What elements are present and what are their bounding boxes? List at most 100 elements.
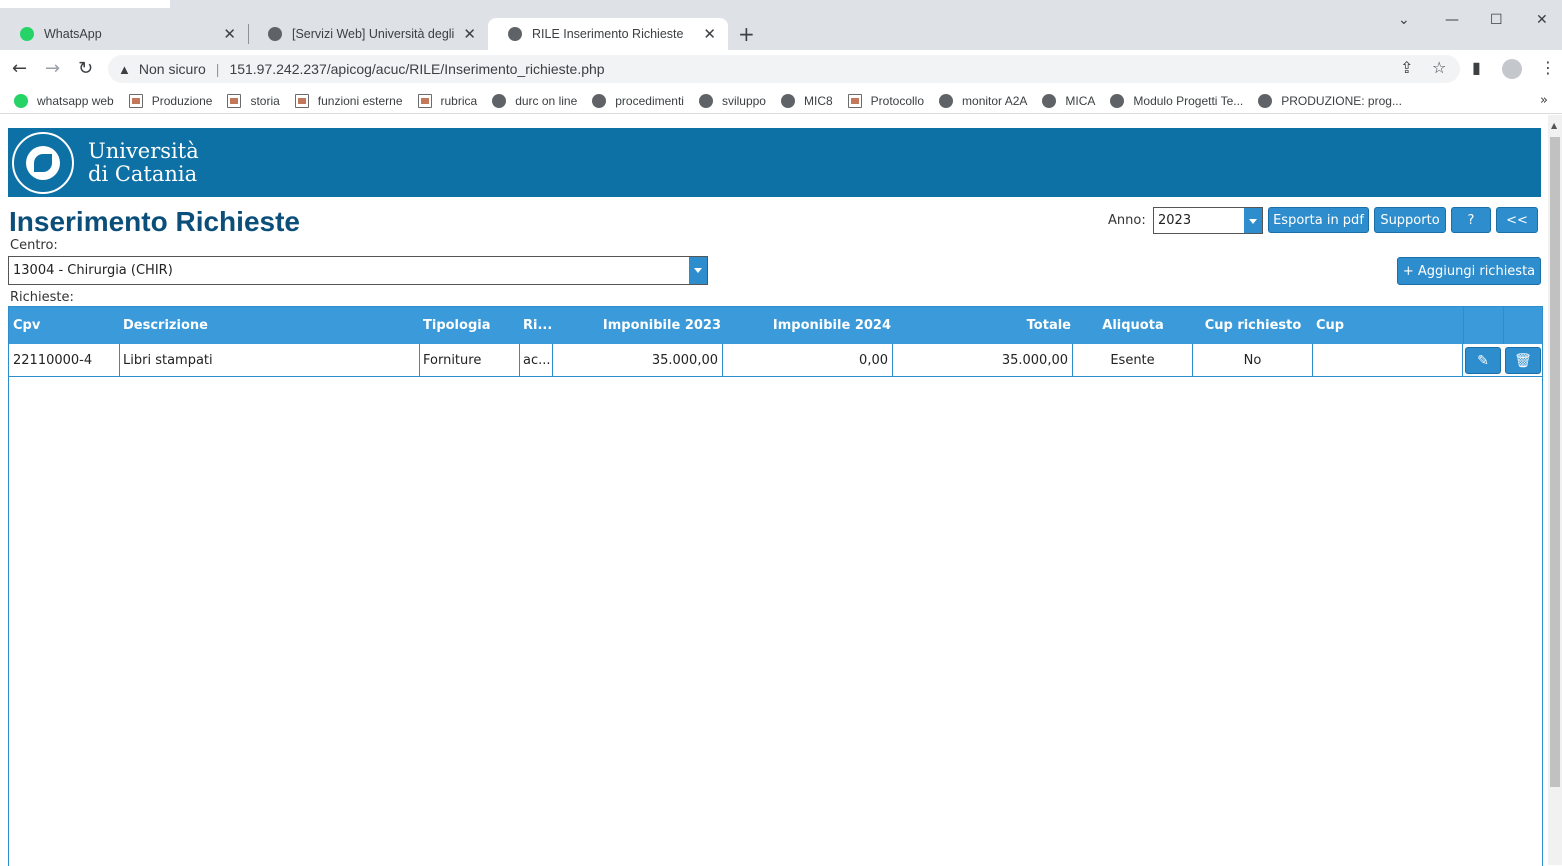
- back-button[interactable]: <<: [1496, 207, 1538, 233]
- cell-totale: 35.000,00: [893, 344, 1073, 377]
- tab-rile[interactable]: RILE Inserimento Richieste ✕: [488, 18, 728, 50]
- requests-table: Cpv Descrizione Tipologia Ri... Imponibi…: [8, 306, 1543, 866]
- column-header-cpv[interactable]: Cpv: [13, 307, 40, 344]
- bookmark-procedimenti[interactable]: procedimenti: [592, 93, 684, 108]
- cell-tipologia: Forniture: [420, 344, 520, 377]
- scroll-up-icon[interactable]: ▲: [1551, 121, 1557, 130]
- tab-servizi-web[interactable]: [Servizi Web] Università degli Stu ✕: [248, 18, 488, 50]
- star-icon[interactable]: ☆: [1432, 58, 1446, 77]
- bookmarks-overflow-icon[interactable]: »: [1540, 93, 1548, 108]
- bookmark-label: Protocollo: [870, 93, 925, 108]
- address-separator: |: [215, 61, 220, 77]
- university-name-line1: Università: [88, 139, 199, 163]
- cell-cup-richiesto: No: [1193, 344, 1313, 377]
- image-icon: [227, 93, 242, 108]
- globe-icon: [780, 93, 795, 108]
- sidepanel-icon[interactable]: ▮: [1472, 58, 1481, 77]
- tab-whatsapp[interactable]: WhatsApp ✕: [0, 18, 248, 50]
- share-icon[interactable]: ⇪: [1400, 58, 1413, 77]
- forward-arrow-icon[interactable]: →: [45, 58, 60, 79]
- globe-icon: [1042, 93, 1057, 108]
- university-name-line2: di Catania: [88, 162, 198, 186]
- column-header-totale[interactable]: Totale: [893, 307, 1071, 344]
- page-title: Inserimento Richieste: [9, 206, 300, 237]
- tabstrip-edge: [0, 0, 170, 8]
- anno-value: 2023: [1158, 213, 1192, 228]
- bookmark-whatsapp-web[interactable]: whatsapp web: [14, 93, 114, 108]
- scrollbar-thumb[interactable]: [1550, 137, 1560, 787]
- bookmark-durc[interactable]: durc on line: [492, 93, 578, 108]
- bookmark-label: whatsapp web: [37, 93, 114, 108]
- column-header-descrizione[interactable]: Descrizione: [123, 307, 208, 344]
- bookmark-label: durc on line: [515, 93, 578, 108]
- whatsapp-icon: [14, 93, 28, 108]
- bookmark-label: Produzione: [151, 93, 213, 108]
- chevron-down-icon[interactable]: ⌄: [1398, 12, 1410, 28]
- minimize-icon[interactable]: —: [1445, 12, 1459, 28]
- column-header-cup-richiesto[interactable]: Cup richiesto: [1193, 307, 1313, 344]
- add-request-button[interactable]: + Aggiungi richiesta: [1397, 257, 1541, 285]
- image-icon: [847, 93, 862, 108]
- tab-title: RILE Inserimento Richieste: [532, 27, 684, 41]
- delete-button[interactable]: 🗑: [1505, 347, 1541, 374]
- edit-button[interactable]: ✎: [1465, 347, 1501, 374]
- cell-aliquota: Esente: [1073, 344, 1193, 377]
- new-tab-icon[interactable]: +: [738, 22, 755, 46]
- back-arrow-icon[interactable]: ←: [12, 58, 27, 79]
- cell-imponibile-2023: 35.000,00: [553, 344, 723, 377]
- trash-icon: 🗑: [1514, 352, 1532, 369]
- close-icon[interactable]: ✕: [703, 25, 716, 43]
- help-button[interactable]: ?: [1451, 207, 1491, 233]
- column-header-tipologia[interactable]: Tipologia: [423, 307, 490, 344]
- bookmark-label: sviluppo: [721, 93, 766, 108]
- cell-descrizione: Libri stampati: [120, 344, 420, 377]
- bookmark-monitor-a2a[interactable]: monitor A2A: [939, 93, 1028, 108]
- profile-avatar-icon[interactable]: [1502, 59, 1522, 79]
- export-pdf-button[interactable]: Esporta in pdf: [1268, 207, 1369, 233]
- address-bar[interactable]: ▲ Non sicuro | 151.97.242.237/apicog/acu…: [108, 55, 1460, 83]
- image-icon: [128, 93, 143, 108]
- scrollbar[interactable]: ▲: [1548, 115, 1562, 865]
- bookmark-label: MICA: [1065, 93, 1096, 108]
- bookmark-sviluppo[interactable]: sviluppo: [698, 93, 766, 108]
- column-header-ri[interactable]: Ri...: [523, 307, 552, 344]
- bookmark-label: PRODUZIONE: prog...: [1281, 93, 1402, 108]
- close-icon[interactable]: ✕: [463, 25, 476, 43]
- anno-label: Anno:: [1108, 213, 1146, 228]
- maximize-icon[interactable]: ☐: [1490, 12, 1503, 28]
- bookmark-produzione-prog[interactable]: PRODUZIONE: prog...: [1258, 93, 1402, 108]
- bookmark-protocollo[interactable]: Protocollo: [847, 93, 925, 108]
- anno-select[interactable]: 2023: [1153, 207, 1263, 234]
- bookmark-rubrica[interactable]: rubrica: [417, 93, 478, 108]
- globe-icon: [268, 27, 282, 41]
- close-window-icon[interactable]: ✕: [1536, 12, 1548, 28]
- header-divider: [1463, 307, 1464, 344]
- table-row[interactable]: 22110000-4 Libri stampati Forniture ac..…: [9, 344, 1542, 377]
- globe-icon: [508, 27, 522, 41]
- menu-dots-icon[interactable]: ⋮: [1540, 58, 1556, 77]
- globe-icon: [1258, 93, 1273, 108]
- close-icon[interactable]: ✕: [223, 25, 236, 43]
- globe-icon: [1110, 93, 1125, 108]
- column-header-imponibile-2023[interactable]: Imponibile 2023: [553, 307, 721, 344]
- column-header-aliquota[interactable]: Aliquota: [1073, 307, 1193, 344]
- bookmark-label: storia: [250, 93, 280, 108]
- bookmark-mic8[interactable]: MIC8: [780, 93, 833, 108]
- column-header-cup[interactable]: Cup: [1316, 307, 1344, 344]
- centro-select[interactable]: 13004 - Chirurgia (CHIR): [8, 256, 708, 285]
- bookmark-label: monitor A2A: [962, 93, 1028, 108]
- bookmark-modulo-progetti[interactable]: Modulo Progetti Te...: [1110, 93, 1244, 108]
- support-button[interactable]: Supporto: [1374, 207, 1446, 233]
- bookmark-label: Modulo Progetti Te...: [1133, 93, 1244, 108]
- column-header-imponibile-2024[interactable]: Imponibile 2024: [723, 307, 891, 344]
- browser-toolbar: ← → ↻ ▲ Non sicuro | 151.97.242.237/apic…: [0, 50, 1562, 88]
- reload-icon[interactable]: ↻: [78, 58, 93, 79]
- university-banner: Università di Catania: [8, 128, 1541, 197]
- bookmark-produzione[interactable]: Produzione: [128, 93, 213, 108]
- globe-icon: [492, 93, 507, 108]
- bookmark-funzioni-esterne[interactable]: funzioni esterne: [294, 93, 403, 108]
- chevron-down-icon: [1244, 208, 1262, 233]
- bookmark-mica[interactable]: MICA: [1042, 93, 1096, 108]
- bookmark-label: rubrica: [440, 93, 478, 108]
- bookmark-storia[interactable]: storia: [227, 93, 280, 108]
